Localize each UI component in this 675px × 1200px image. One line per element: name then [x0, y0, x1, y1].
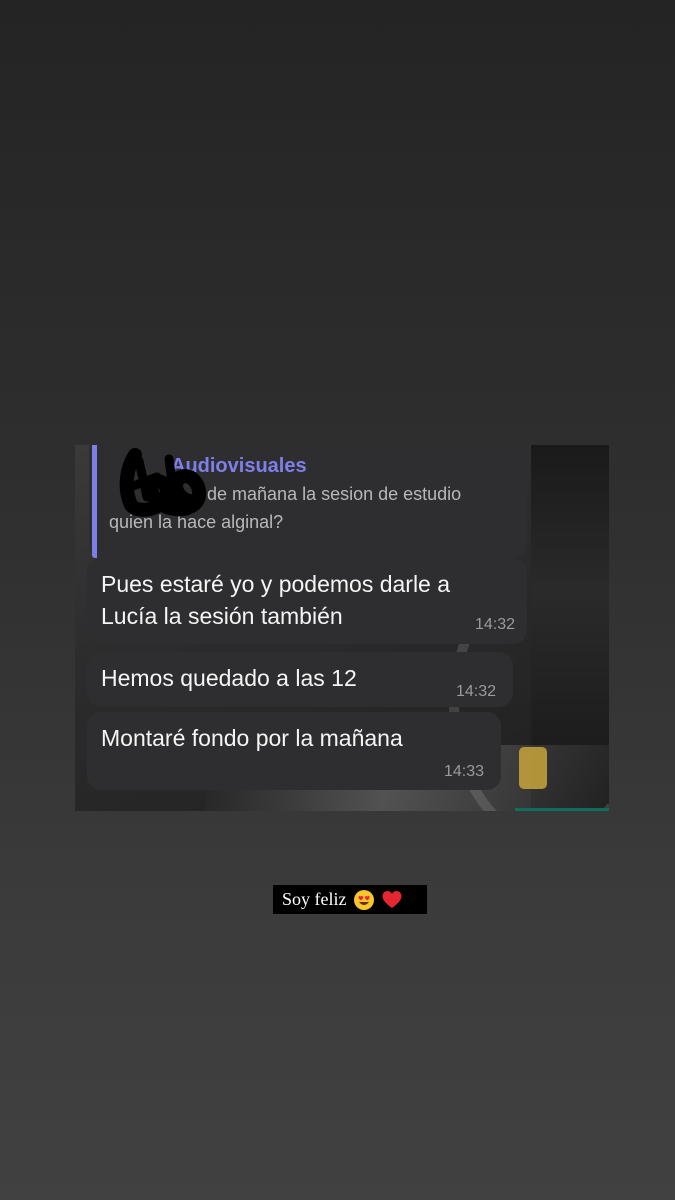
story-caption: Soy feliz	[273, 885, 427, 914]
message-bubble[interactable]: Montaré fondo por la mañana 14:33	[87, 712, 501, 790]
message-timestamp: 14:32	[455, 683, 496, 700]
message-bubble[interactable]: Pues estaré yo y podemos darle a Lucía l…	[87, 558, 527, 644]
caption-text: Soy feliz	[282, 889, 347, 909]
message-text-line-2: Lucía la sesión también	[101, 603, 343, 629]
chat-screenshot: Audiovisuales o de mañana la sesion de e…	[75, 445, 609, 811]
message-bubble[interactable]: Hemos quedado a las 12 14:32	[87, 652, 513, 707]
background-accent-line	[515, 808, 609, 811]
message-text-line-1: Pues estaré yo y podemos darle a	[101, 571, 451, 597]
background-yellow-object	[519, 747, 547, 789]
message-text-line-1: Hemos quedado a las 12	[101, 665, 357, 691]
red-heart-emoji-icon	[382, 890, 401, 908]
message-timestamp: 14:32	[474, 616, 515, 633]
message-timestamp: 14:33	[443, 763, 484, 780]
message-text-line-1: Montaré fondo por la mañana	[101, 725, 403, 751]
reply-quote-bubble[interactable]: Audiovisuales o de mañana la sesion de e…	[89, 445, 527, 558]
redaction-scribble	[119, 448, 207, 517]
quote-accent-bar	[92, 445, 97, 558]
heart-eyes-emoji-icon	[353, 889, 374, 910]
